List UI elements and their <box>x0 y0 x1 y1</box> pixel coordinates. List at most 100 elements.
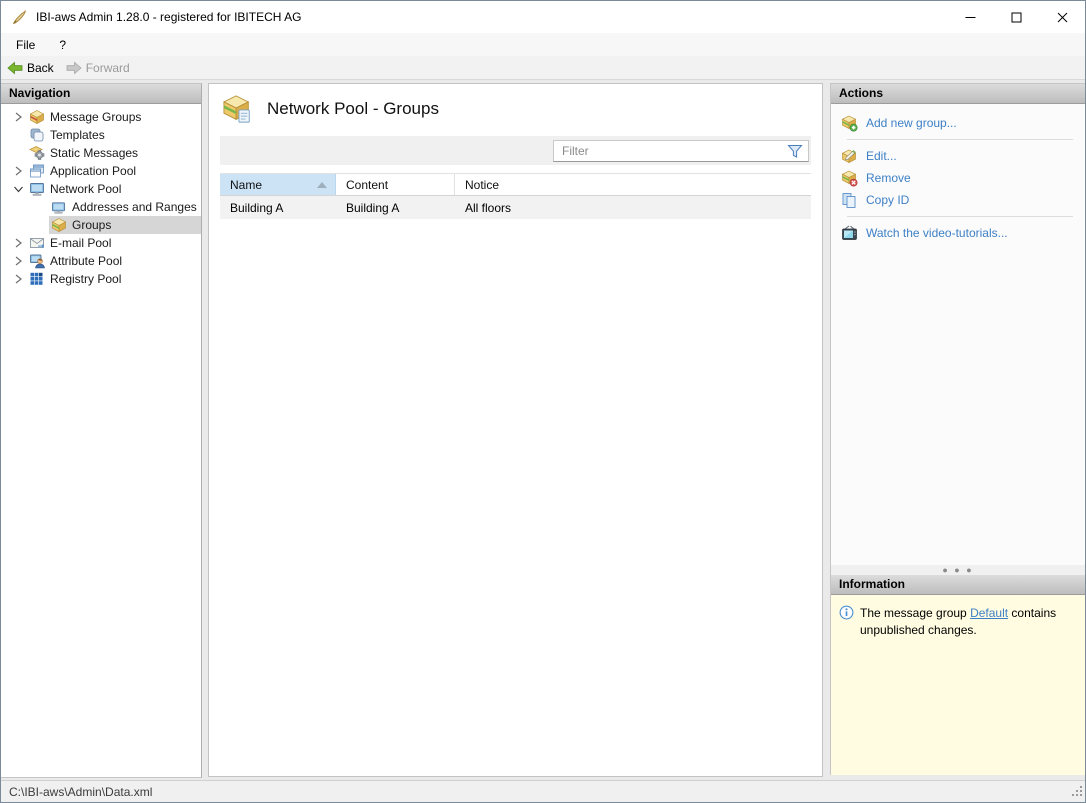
chevron-right-icon[interactable] <box>9 235 27 251</box>
cell-name: Building A <box>220 201 336 215</box>
watch-video-tutorials-action[interactable]: Watch the video-tutorials... <box>837 222 1079 244</box>
templates-icon <box>28 127 45 143</box>
maximize-icon <box>1011 12 1022 23</box>
chevron-right-icon[interactable] <box>9 271 27 287</box>
add-group-icon <box>841 115 858 131</box>
separator <box>847 139 1073 140</box>
filter-input[interactable] <box>554 141 808 161</box>
menu-item-file[interactable]: File <box>7 35 44 55</box>
table-row[interactable]: Building A Building A All floors <box>220 196 811 219</box>
sidebar-item-label: Templates <box>50 128 105 142</box>
main-header: Network Pool - Groups <box>209 84 822 134</box>
data-file-path: C:\IBI-aws\Admin\Data.xml <box>9 785 152 799</box>
addresses-and-ranges-icon <box>50 199 67 215</box>
action-label: Edit... <box>866 149 897 163</box>
groups-table: Name Content Notice Building A Building … <box>220 173 811 219</box>
actions-header: Actions <box>831 84 1085 104</box>
window-controls <box>947 1 1085 33</box>
chevron-right-icon[interactable] <box>9 253 27 269</box>
close-button[interactable] <box>1039 1 1085 33</box>
sidebar-item-attribute-pool[interactable]: Attribute Pool <box>1 252 201 270</box>
action-label: Watch the video-tutorials... <box>866 226 1008 240</box>
remove-action[interactable]: Remove <box>837 167 1079 189</box>
information-header: Information <box>831 575 1085 595</box>
title-bar: IBI-aws Admin 1.28.0 - registered for IB… <box>1 1 1085 33</box>
forward-button[interactable]: Forward <box>62 59 136 77</box>
sidebar-item-static-messages[interactable]: Static Messages <box>1 144 201 162</box>
panel-splitter[interactable]: ● ● ● <box>831 565 1085 575</box>
registry-pool-icon <box>28 271 45 287</box>
forward-icon <box>66 61 82 75</box>
sidebar-item-label: Groups <box>72 218 111 232</box>
forward-label: Forward <box>86 61 130 75</box>
network-pool-groups-icon <box>223 94 253 124</box>
column-header-content[interactable]: Content <box>336 174 455 195</box>
sidebar-item-groups[interactable]: Groups <box>1 216 201 234</box>
application-pool-icon <box>28 163 45 179</box>
sort-ascending-icon <box>317 182 327 188</box>
email-pool-icon <box>28 235 45 251</box>
remove-group-icon <box>841 170 858 186</box>
menu-bar: File ? <box>1 33 1085 56</box>
action-label: Add new group... <box>866 116 957 130</box>
page-title: Network Pool - Groups <box>267 99 439 119</box>
back-icon <box>7 61 23 75</box>
add-new-group-action[interactable]: Add new group... <box>837 112 1079 134</box>
action-label: Remove <box>866 171 911 185</box>
sidebar-item-registry-pool[interactable]: Registry Pool <box>1 270 201 288</box>
maximize-button[interactable] <box>993 1 1039 33</box>
minimize-icon <box>965 12 976 23</box>
sidebar-item-label: E-mail Pool <box>50 236 111 250</box>
chevron-right-icon[interactable] <box>9 163 27 179</box>
navigation-panel: Navigation Message Groups Templates Stat… <box>1 83 202 778</box>
table-header-row: Name Content Notice <box>220 173 811 196</box>
sidebar-item-label: Application Pool <box>50 164 136 178</box>
status-bar: C:\IBI-aws\Admin\Data.xml <box>1 780 1085 802</box>
sidebar-item-templates[interactable]: Templates <box>1 126 201 144</box>
default-group-link[interactable]: Default <box>970 606 1008 620</box>
filter-field <box>553 140 809 162</box>
sidebar-item-label: Static Messages <box>50 146 138 160</box>
filter-bar <box>220 136 811 165</box>
sidebar-item-email-pool[interactable]: E-mail Pool <box>1 234 201 252</box>
filter-icon[interactable] <box>787 144 803 162</box>
sidebar-item-application-pool[interactable]: Application Pool <box>1 162 201 180</box>
column-header-name[interactable]: Name <box>220 174 336 195</box>
message-groups-icon <box>28 109 45 125</box>
cell-content: Building A <box>336 201 455 215</box>
information-message: The message group Default contains unpub… <box>860 605 1072 775</box>
information-panel: Information The message group Default co… <box>831 575 1085 775</box>
navigation-header: Navigation <box>1 84 201 104</box>
edit-action[interactable]: Edit... <box>837 145 1079 167</box>
sidebar-item-label: Message Groups <box>50 110 141 124</box>
edit-group-icon <box>841 148 858 164</box>
sidebar-item-label: Network Pool <box>50 182 121 196</box>
minimize-button[interactable] <box>947 1 993 33</box>
sidebar-item-label: Attribute Pool <box>50 254 122 268</box>
copy-id-icon <box>841 192 858 208</box>
main-panel: Network Pool - Groups Name Content <box>208 83 823 777</box>
back-button[interactable]: Back <box>3 59 60 77</box>
cell-notice: All floors <box>455 201 811 215</box>
toolbar: Back Forward <box>1 56 1085 80</box>
sidebar-item-message-groups[interactable]: Message Groups <box>1 108 201 126</box>
menu-item-help[interactable]: ? <box>50 35 75 55</box>
app-window: { "window": { "title": "IBI-aws Admin 1.… <box>0 0 1086 803</box>
static-messages-icon <box>28 145 45 161</box>
window-title: IBI-aws Admin 1.28.0 - registered for IB… <box>36 10 301 24</box>
chevron-down-icon[interactable] <box>9 181 27 197</box>
sidebar-item-label: Addresses and Ranges <box>72 200 197 214</box>
column-header-notice[interactable]: Notice <box>455 174 811 195</box>
chevron-right-icon[interactable] <box>9 109 27 125</box>
actions-panel: Actions Add new group... Edit... Remove <box>831 84 1085 565</box>
resize-grip-icon[interactable] <box>1070 784 1083 800</box>
sidebar-item-network-pool[interactable]: Network Pool <box>1 180 201 198</box>
close-icon <box>1057 12 1068 23</box>
copy-id-action[interactable]: Copy ID <box>837 189 1079 211</box>
sidebar-item-label: Registry Pool <box>50 272 121 286</box>
right-panel: Actions Add new group... Edit... Remove <box>830 83 1085 775</box>
content-area: Navigation Message Groups Templates Stat… <box>1 80 1085 780</box>
separator <box>847 216 1073 217</box>
sidebar-item-addresses-and-ranges[interactable]: Addresses and Ranges <box>1 198 201 216</box>
attribute-pool-icon <box>28 253 45 269</box>
